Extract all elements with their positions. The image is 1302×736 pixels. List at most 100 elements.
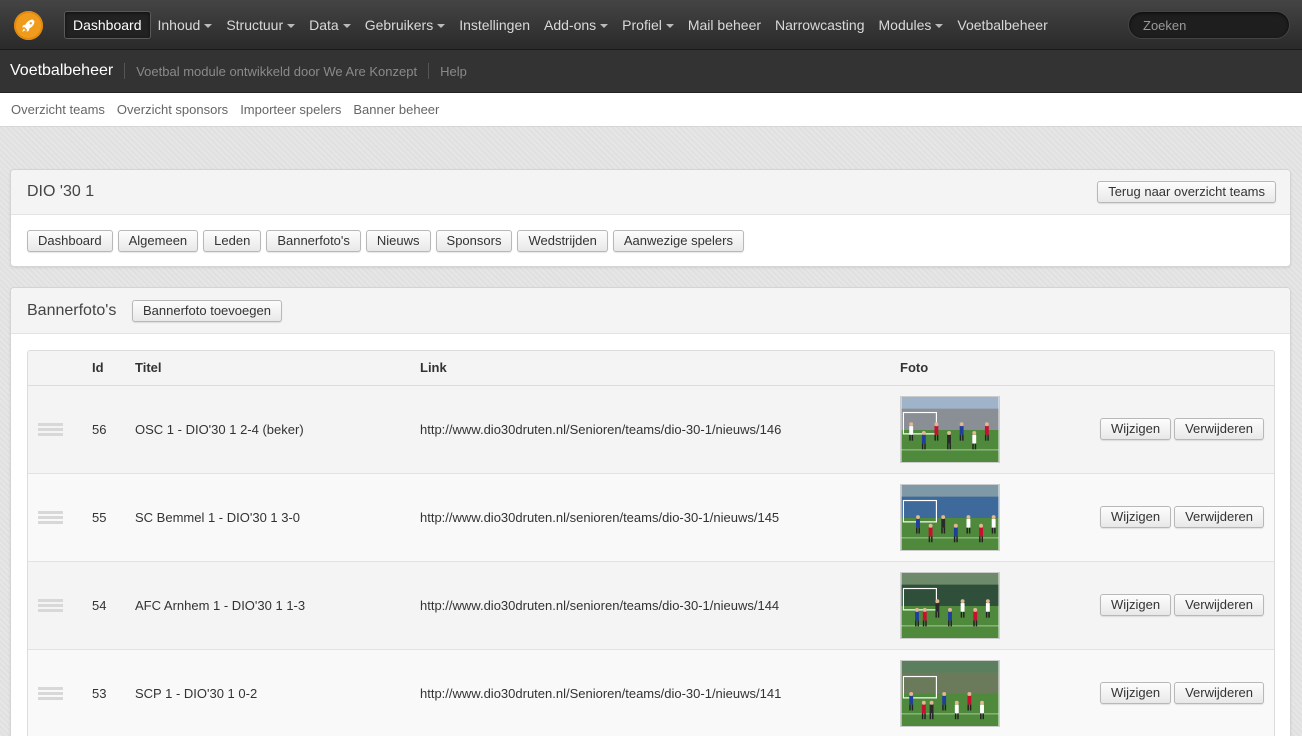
submenu-banner-beheer[interactable]: Banner beheer [353,102,439,117]
back-to-teams-button[interactable]: Terug naar overzicht teams [1097,181,1276,203]
row-link: http://www.dio30druten.nl/senioren/teams… [420,473,900,562]
drag-handle-icon[interactable] [38,686,63,700]
tab-sponsors[interactable]: Sponsors [435,230,513,252]
row-actions: Wijzigen Verwijderen [1040,649,1274,736]
col-actions [1040,351,1274,386]
row-id: 54 [92,561,135,650]
row-title: OSC 1 - DIO'30 1 2-4 (beker) [135,385,420,474]
banner-table: Id Titel Link Foto 56 OSC 1 - DIO'30 1 2-… [28,351,1274,736]
banner-photo [900,659,1000,727]
top-navbar: Dashboard Inhoud Structuur Data Gebruikers In… [0,0,1302,50]
team-tabs: Dashboard Algemeen Leden Bannerfoto's Ni… [27,230,749,252]
photo-cell [900,649,1040,736]
nav-item-label: Narrowcasting [775,17,865,33]
col-id[interactable]: Id [92,351,135,386]
help-link[interactable]: Help [440,64,467,79]
nav-item-voetbalbeheer[interactable]: Voetbalbeheer [950,11,1054,39]
nav-item-add-ons[interactable]: Add-ons [537,11,615,39]
col-link[interactable]: Link [420,351,900,386]
divider [428,63,430,79]
caret-down-icon [600,24,609,29]
row-link: http://www.dio30druten.nl/senioren/teams… [420,561,900,650]
divider [124,63,126,79]
row-title: AFC Arnhem 1 - DIO'30 1 1-3 [135,561,420,650]
team-panel: DIO '30 1 Terug naar overzicht teams Das… [10,169,1291,267]
edit-button[interactable]: Wijzigen [1099,594,1172,616]
nav-item-label: Inhoud [157,17,201,33]
banner-title: Bannerfoto's [27,302,117,319]
nav-item-gebruikers[interactable]: Gebruikers [358,11,452,39]
drag-handle-icon[interactable] [38,598,63,612]
nav-item-label: Mail beheer [687,17,762,33]
caret-down-icon [342,24,351,29]
drag-cell [28,561,92,650]
drag-handle-icon[interactable] [38,510,63,524]
table-row: 54 AFC Arnhem 1 - DIO'30 1 1-3 http://www.… [28,561,1274,650]
submenu-overzicht-teams[interactable]: Overzicht teams [11,102,105,117]
rocket-icon[interactable] [14,11,43,40]
tab-aanwezige-spelers[interactable]: Aanwezige spelers [612,230,744,252]
photo-cell [900,385,1040,474]
nav-item-label: Profiel [622,17,662,33]
nav-item-instellingen[interactable]: Instellingen [452,11,537,39]
drag-handle-icon[interactable] [38,422,63,436]
nav-item-label: Add-ons [544,17,597,33]
row-title: SCP 1 - DIO'30 1 0-2 [135,649,420,736]
delete-button[interactable]: Verwijderen [1174,418,1264,440]
banner-panel-header: Bannerfoto's Bannerfoto toevoegen [11,288,1290,334]
col-drag [28,351,92,386]
nav-item-data[interactable]: Data [302,11,358,39]
edit-button[interactable]: Wijzigen [1099,682,1172,704]
table-row: 56 OSC 1 - DIO'30 1 2-4 (beker) http://www… [28,385,1274,474]
table-row: 55 SC Bemmel 1 - DIO'30 1 3-0 http://www.d… [28,473,1274,562]
submenu-overzicht-sponsors[interactable]: Overzicht sponsors [117,102,228,117]
tab-nieuws[interactable]: Nieuws [365,230,431,252]
add-bannerfoto-button[interactable]: Bannerfoto toevoegen [132,300,282,322]
tab-wedstrijden[interactable]: Wedstrijden [517,230,608,252]
drag-cell [28,473,92,562]
banner-photo [900,483,1000,551]
nav-item-modules[interactable]: Modules [872,11,951,39]
nav-item-mail-beheer[interactable]: Mail beheer [681,11,768,39]
module-submenu: Overzicht teams Overzicht sponsors Impor… [0,93,1302,127]
row-actions: Wijzigen Verwijderen [1040,473,1274,562]
nav-item-label: Data [309,17,339,33]
module-title[interactable]: Voetbalbeheer [10,62,113,80]
banner-photo [900,571,1000,639]
nav-item-dashboard[interactable]: Dashboard [64,11,151,39]
drag-cell [28,385,92,474]
nav-item-structuur[interactable]: Structuur [219,11,302,39]
row-id: 53 [92,649,135,736]
nav-item-inhoud[interactable]: Inhoud [151,11,220,39]
tab-algemeen[interactable]: Algemeen [117,230,199,252]
edit-button[interactable]: Wijzigen [1099,418,1172,440]
main-nav: Dashboard Inhoud Structuur Data Gebruikers In… [64,11,1055,39]
row-link: http://www.dio30druten.nl/Senioren/teams… [420,649,900,736]
table-row: 53 SCP 1 - DIO'30 1 0-2 http://www.dio30dr… [28,649,1274,736]
table-header-row: Id Titel Link Foto [28,351,1274,386]
edit-button[interactable]: Wijzigen [1099,506,1172,528]
photo-cell [900,561,1040,650]
tab-dashboard[interactable]: Dashboard [27,230,113,252]
nav-item-label: Instellingen [459,17,531,33]
caret-down-icon [935,24,944,29]
tab-bannerfotos[interactable]: Bannerfoto's [266,230,361,252]
banner-panel: Bannerfoto's Bannerfoto toevoegen Id Tit… [10,287,1291,736]
team-title: DIO '30 1 [27,183,95,200]
search-input[interactable] [1128,11,1290,39]
row-actions: Wijzigen Verwijderen [1040,385,1274,474]
delete-button[interactable]: Verwijderen [1174,594,1264,616]
delete-button[interactable]: Verwijderen [1174,682,1264,704]
caret-down-icon [287,24,296,29]
caret-down-icon [665,24,674,29]
col-title[interactable]: Titel [135,351,420,386]
submenu-importeer-spelers[interactable]: Importeer spelers [240,102,341,117]
delete-button[interactable]: Verwijderen [1174,506,1264,528]
nav-item-profiel[interactable]: Profiel [615,11,681,39]
tab-leden[interactable]: Leden [203,230,262,252]
module-bar: Voetbalbeheer Voetbal module ontwikkeld … [0,50,1302,93]
photo-cell [900,473,1040,562]
row-id: 55 [92,473,135,562]
nav-item-narrowcasting[interactable]: Narrowcasting [768,11,871,39]
nav-item-label: Modules [878,17,932,33]
